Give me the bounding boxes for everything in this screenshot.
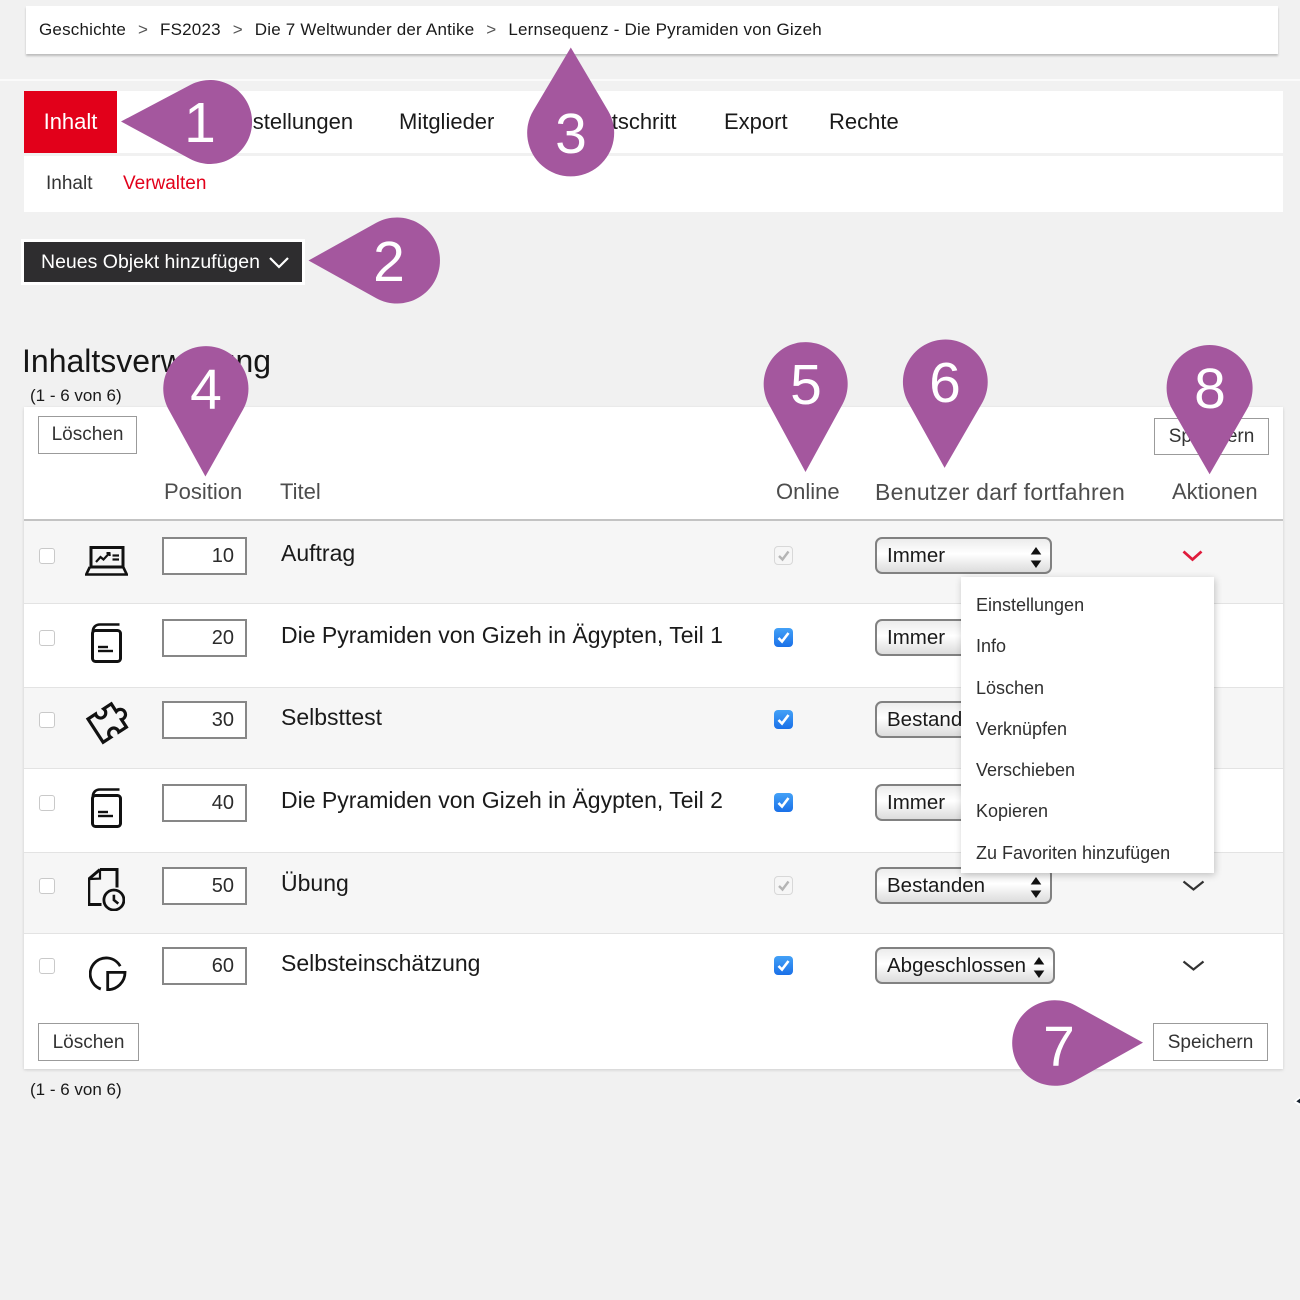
svg-text:6: 6	[929, 351, 961, 415]
svg-text:2: 2	[373, 230, 405, 294]
